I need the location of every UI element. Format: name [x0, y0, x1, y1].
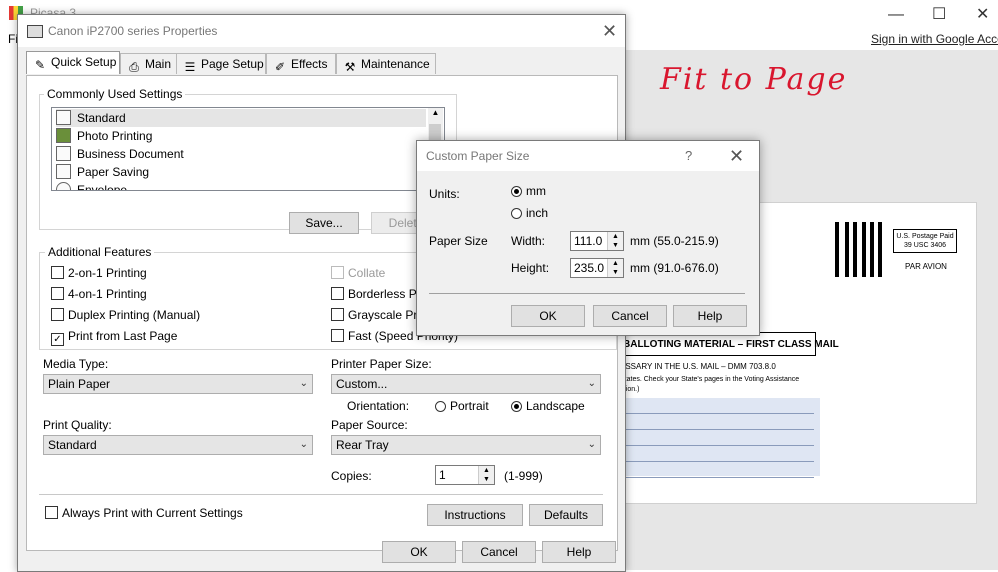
list-item[interactable]: Photo Printing: [56, 127, 152, 145]
states-line: States. Check your State's pages in the …: [620, 376, 800, 383]
commonly-used-list[interactable]: Standard Photo Printing Business Documen…: [51, 107, 445, 191]
mail-line: ESSARY IN THE U.S. MAIL – DMM 703.8.0: [620, 362, 776, 371]
print-from-last-page-checkbox[interactable]: ✓ Print from Last Page: [51, 329, 177, 346]
divider: [39, 494, 603, 495]
always-print-checkbox[interactable]: Always Print with Current Settings: [45, 506, 243, 520]
chevron-down-icon: ⌄: [587, 439, 596, 450]
dialog-title: Canon iP2700 series Properties: [48, 24, 218, 38]
instructions-button[interactable]: Instructions: [427, 504, 523, 526]
printer-paper-size-select[interactable]: Custom... ⌄: [331, 374, 601, 394]
minimize-icon[interactable]: —: [888, 6, 904, 24]
chevron-down-icon: ⌄: [299, 378, 308, 389]
custom-dialog-title: Custom Paper Size: [426, 149, 530, 163]
tab-main[interactable]: ⎙ Main: [120, 53, 177, 74]
page-stack-icon: ☰: [184, 60, 196, 74]
properties-titlebar: Canon iP2700 series Properties ✕: [18, 15, 625, 47]
spin-arrows-icon[interactable]: ▲ ▼: [607, 232, 623, 250]
standard-icon: [56, 110, 71, 125]
list-item[interactable]: Standard: [56, 109, 426, 127]
copies-stepper[interactable]: 1 ▲ ▼: [435, 465, 495, 485]
print-quality-label: Print Quality:: [43, 418, 112, 432]
chevron-down-icon: ⌄: [299, 439, 308, 450]
paper-source-label: Paper Source:: [331, 418, 408, 432]
orientation-label: Orientation:: [347, 399, 410, 413]
close-icon[interactable]: ✕: [976, 4, 989, 24]
printer-paper-size-label: Printer Paper Size:: [331, 357, 432, 371]
list-item[interactable]: Paper Saving: [56, 163, 149, 181]
printer-icon: [27, 25, 43, 38]
help-button[interactable]: Help: [542, 541, 616, 563]
help-icon[interactable]: ?: [685, 148, 692, 163]
width-stepper[interactable]: 111.0 ▲ ▼: [570, 231, 624, 251]
postage-box: U.S. Postage Paid 39 USC 3406: [893, 229, 957, 253]
photo-icon: [56, 128, 71, 143]
document-icon: [56, 146, 71, 161]
close-icon[interactable]: ✕: [602, 21, 617, 42]
paper-size-label: Paper Size: [429, 234, 488, 248]
custom-titlebar: Custom Paper Size ? ✕: [417, 141, 759, 171]
tab-quick-setup[interactable]: ✎ Quick Setup: [26, 51, 120, 74]
custom-help-button[interactable]: Help: [673, 305, 747, 327]
height-range: mm (91.0-676.0): [630, 261, 719, 275]
checkmark-icon: ✓: [51, 333, 64, 346]
spin-arrows-icon[interactable]: ▲ ▼: [478, 466, 494, 484]
paper-saving-icon: [56, 164, 71, 179]
ok-button[interactable]: OK: [382, 541, 456, 563]
tab-maintenance[interactable]: ⚒ Maintenance: [336, 53, 436, 74]
unit-inch-radio[interactable]: inch: [511, 206, 548, 220]
divider: [429, 293, 745, 294]
unit-mm-radio[interactable]: mm: [511, 184, 546, 198]
height-label: Height:: [511, 261, 550, 275]
envelope-icon: [56, 182, 71, 190]
chevron-down-icon: ⌄: [587, 378, 596, 389]
copies-range: (1-999): [504, 469, 543, 483]
tab-effects[interactable]: ✐ Effects: [266, 53, 336, 74]
copies-label: Copies:: [331, 469, 372, 483]
media-type-label: Media Type:: [43, 357, 109, 371]
custom-ok-button[interactable]: OK: [511, 305, 585, 327]
sign-in-link[interactable]: Sign in with Google Account: [871, 32, 998, 46]
two-on-one-checkbox[interactable]: 2-on-1 Printing: [51, 266, 147, 280]
close-icon[interactable]: ✕: [729, 146, 744, 167]
units-label: Units:: [429, 187, 460, 201]
collate-checkbox[interactable]: Collate: [331, 266, 385, 280]
scroll-up-icon[interactable]: ▲: [428, 108, 443, 117]
maximize-icon[interactable]: ☐: [932, 4, 946, 24]
duplex-checkbox[interactable]: Duplex Printing (Manual): [51, 308, 200, 322]
additional-features-label: Additional Features: [45, 245, 155, 259]
tab-page-setup[interactable]: ☰ Page Setup: [176, 53, 266, 74]
brush-icon: ✐: [274, 60, 286, 74]
custom-cancel-button[interactable]: Cancel: [593, 305, 667, 327]
height-stepper[interactable]: 235.0 ▲ ▼: [570, 258, 624, 278]
width-range: mm (55.0-215.9): [630, 234, 719, 248]
custom-paper-size-dialog: Custom Paper Size ? ✕ Units: mm inch Pap…: [416, 140, 760, 336]
cancel-button[interactable]: Cancel: [462, 541, 536, 563]
commonly-used-label: Commonly Used Settings: [44, 87, 186, 101]
width-label: Width:: [511, 234, 546, 248]
par-avion-label: PAR AVION: [905, 262, 947, 271]
list-item[interactable]: Business Document: [56, 145, 184, 163]
portrait-radio[interactable]: Portrait: [435, 399, 489, 413]
spin-arrows-icon[interactable]: ▲ ▼: [607, 259, 623, 277]
print-quality-select[interactable]: Standard ⌄: [43, 435, 313, 455]
handwritten-annotation: Fit to Page: [660, 62, 848, 97]
address-form: [620, 398, 820, 478]
defaults-button[interactable]: Defaults: [529, 504, 603, 526]
media-type-select[interactable]: Plain Paper ⌄: [43, 374, 313, 394]
save-button[interactable]: Save...: [289, 212, 359, 234]
landscape-radio[interactable]: Landscape: [511, 399, 585, 413]
printer-icon: ⎙: [129, 60, 139, 74]
list-item[interactable]: Envelope: [56, 181, 127, 190]
quick-setup-icon: ✎: [34, 58, 46, 72]
paper-source-select[interactable]: Rear Tray ⌄: [331, 435, 601, 455]
four-on-one-checkbox[interactable]: 4-on-1 Printing: [51, 287, 147, 301]
tools-icon: ⚒: [344, 60, 356, 74]
